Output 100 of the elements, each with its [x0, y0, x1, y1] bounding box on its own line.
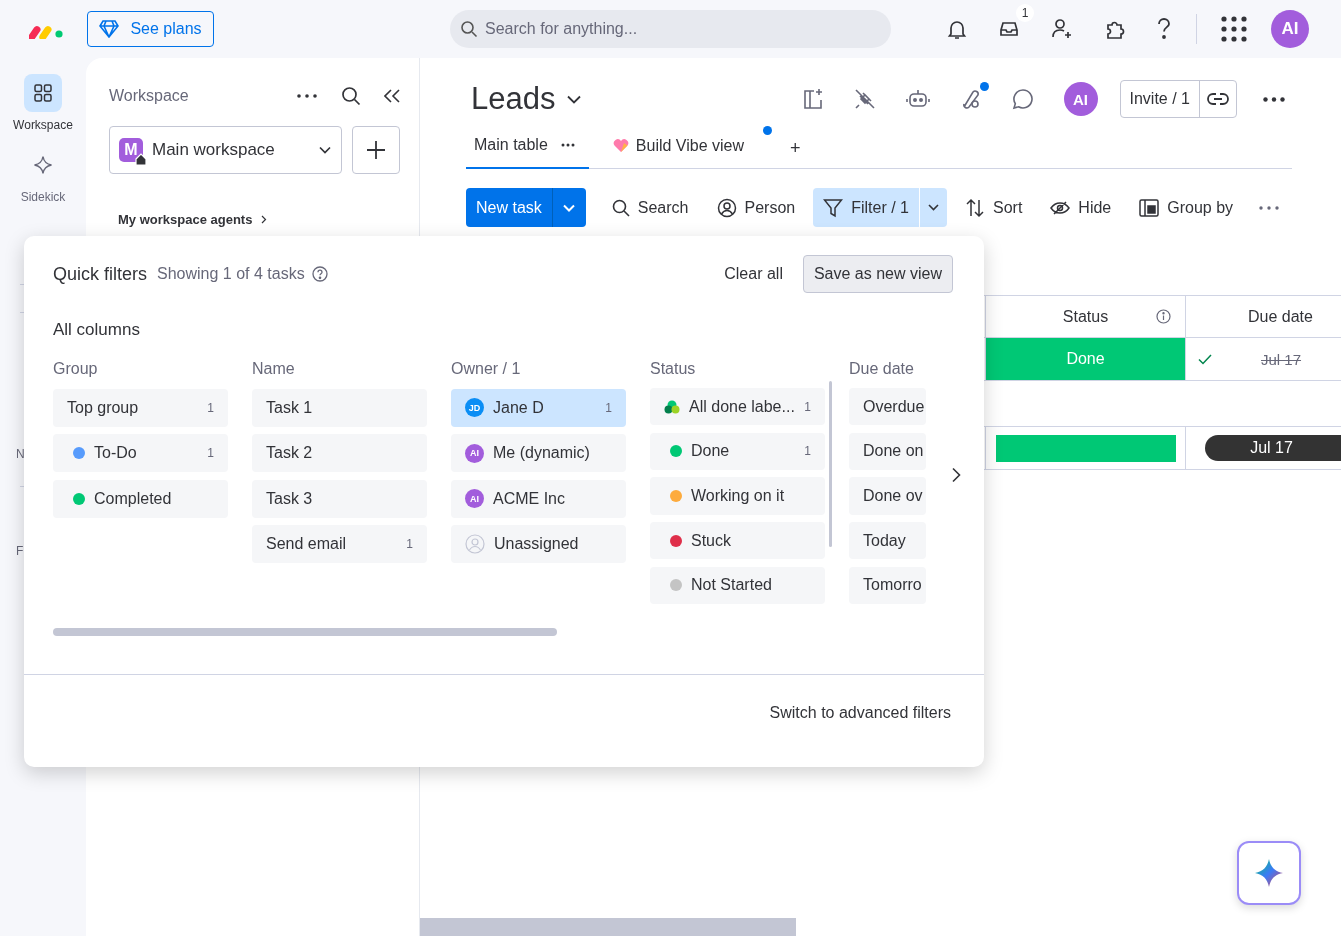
filter-option[interactable]: Done ov [849, 477, 926, 515]
owner-avatar: AI [465, 443, 484, 463]
more-icon[interactable] [1263, 96, 1285, 102]
plus-icon [366, 140, 387, 160]
chevron-down-icon[interactable] [567, 94, 582, 104]
advanced-filters-link[interactable]: Switch to advanced filters [769, 704, 951, 722]
filter-option[interactable]: Done 1 [650, 432, 825, 470]
filter-option[interactable]: Completed [53, 479, 228, 518]
filter-option[interactable]: AI ACME Inc [451, 479, 626, 518]
task-count: Showing 1 of 4 tasks [157, 265, 305, 283]
sparkle-icon [33, 155, 53, 175]
labels-icon [664, 399, 680, 414]
agents-link[interactable]: My workspace agents [118, 212, 268, 227]
add-view-button[interactable]: + [790, 123, 801, 168]
toolbar-button[interactable]: Sort [955, 188, 1033, 227]
column-heading: Status [650, 360, 697, 379]
date-range-pill: Jul 17 [1205, 435, 1341, 461]
help-icon[interactable] [1156, 18, 1172, 40]
view-tab[interactable]: Main table [466, 123, 589, 169]
clear-all-button[interactable]: Clear all [724, 265, 783, 283]
new-dot [763, 126, 773, 135]
user-avatar[interactable]: AI [1063, 82, 1098, 116]
filter-option[interactable]: Send email 1 [252, 525, 427, 563]
chevron-right-icon [261, 215, 268, 224]
filter-option[interactable]: Task 3 [252, 479, 427, 518]
filter-option[interactable]: Top group 1 [53, 388, 228, 427]
notification-dot [979, 82, 989, 91]
collapse-icon[interactable] [384, 89, 400, 103]
owner-avatar: JD [465, 398, 484, 417]
home-icon [135, 153, 147, 165]
scrollbar[interactable] [53, 628, 557, 636]
filter-option[interactable]: Not Started [650, 566, 825, 605]
filter-option[interactable]: Done on [849, 432, 926, 470]
info-icon [1156, 309, 1171, 324]
user-avatar[interactable]: AI [1271, 10, 1309, 48]
more-icon[interactable] [1259, 205, 1280, 210]
chevron-down-icon [319, 146, 332, 154]
notification-badge: 1 [1016, 4, 1034, 22]
bell-icon[interactable] [946, 18, 968, 40]
filter-option[interactable]: To-Do 1 [53, 434, 228, 472]
heart-icon [612, 138, 629, 153]
owner-avatar: AI [465, 489, 484, 508]
panel-title: Workspace [109, 87, 190, 105]
filter-option[interactable]: AI Me (dynamic) [451, 434, 626, 472]
more-icon[interactable] [297, 94, 317, 98]
board-sparkle-icon[interactable] [801, 88, 824, 110]
rail-label: F [16, 544, 24, 558]
rail-item[interactable]: Workspace [13, 74, 73, 132]
filter-option[interactable]: Task 2 [252, 434, 427, 472]
toolbar-button[interactable]: Search [601, 188, 699, 227]
grid-icon [34, 84, 52, 102]
save-view-button[interactable]: Save as new view [802, 255, 953, 293]
link-icon [1207, 93, 1229, 105]
apps-grid-icon[interactable] [1221, 16, 1247, 42]
column-heading: Due date [849, 360, 915, 379]
board-title[interactable]: Leads [471, 81, 556, 117]
filter-option[interactable]: Stuck [650, 522, 825, 560]
add-button[interactable] [352, 126, 400, 174]
column-header[interactable]: Status [985, 296, 1185, 337]
due-date: Jul 17 [1261, 350, 1302, 368]
filter-icon [823, 197, 844, 218]
help-icon[interactable] [311, 266, 328, 282]
diamond-icon [99, 20, 120, 38]
filter-option[interactable]: Working on it [650, 477, 825, 515]
comment-icon[interactable] [1011, 88, 1034, 110]
filter-option[interactable]: Today [849, 522, 926, 560]
toolbar-button[interactable]: Person [706, 188, 806, 227]
scrollbar[interactable] [420, 918, 796, 936]
filter-option[interactable]: Tomorro [849, 566, 926, 605]
plug-icon[interactable] [853, 88, 876, 110]
chevron-right-icon[interactable] [951, 467, 961, 483]
person-icon [716, 197, 737, 218]
view-tab[interactable]: Build Vibe view [604, 123, 753, 168]
check-icon [1198, 353, 1212, 365]
toolbar-button[interactable]: Hide [1040, 188, 1122, 227]
filter-option[interactable]: Overdue [849, 388, 926, 426]
workspace-dropdown[interactable]: M Main workspace [109, 126, 343, 174]
search-icon[interactable] [341, 86, 361, 106]
robot-icon[interactable] [905, 88, 930, 110]
rail-item[interactable]: Sidekick [20, 146, 66, 204]
invite-person-icon[interactable] [1050, 18, 1074, 40]
column-heading: Group [53, 360, 99, 379]
filter-option[interactable]: All done labe... 1 [650, 388, 825, 426]
search-field[interactable]: Search for anything... [450, 10, 891, 48]
filter-option[interactable]: JD Jane D 1 [451, 388, 626, 427]
see-plans-button[interactable]: See plans [87, 11, 214, 47]
search-icon [611, 198, 630, 217]
filter-option[interactable]: Unassigned [451, 525, 626, 563]
scrollbar[interactable] [829, 381, 832, 547]
eye-slash-icon [1050, 199, 1071, 216]
filter-option[interactable]: Task 1 [252, 388, 427, 427]
toolbar-button[interactable]: Group by [1129, 188, 1244, 227]
more-icon [560, 143, 575, 147]
sidekick-button[interactable] [1237, 841, 1301, 905]
rail-label: N [16, 447, 25, 461]
chevron-down-icon [928, 204, 939, 211]
column-header[interactable]: Due date [1185, 296, 1341, 337]
column-heading: Name [252, 360, 296, 379]
search-icon [460, 20, 478, 38]
person-icon [465, 534, 485, 554]
